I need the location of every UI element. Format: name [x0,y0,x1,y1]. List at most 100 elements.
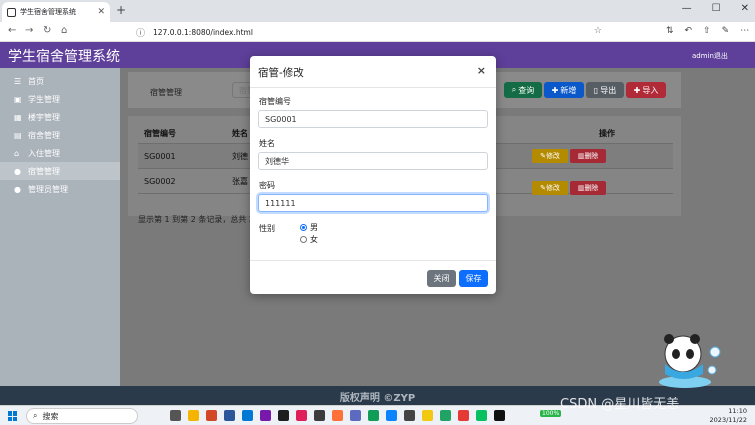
app-icon[interactable] [314,410,325,421]
search-label: 宿管管理 [150,88,182,97]
close-button[interactable]: 关闭 [427,270,456,287]
gender-option-female[interactable]: 女 [300,234,318,245]
student-icon: ▣ [14,94,22,104]
edit-icon[interactable]: ✎ [722,26,730,36]
forward-icon[interactable]: → [25,25,33,36]
admin-user-icon: ● [14,184,21,194]
modal-title: 宿管-修改 [258,67,304,79]
back-icon[interactable]: ← [8,25,16,36]
file-explorer-icon[interactable] [188,410,199,421]
export-button[interactable]: ▯ 导出 [586,82,624,98]
window-controls: — ☐ ✕ [682,3,749,14]
watermark-text: CSDN @星川皆无恙 [560,397,680,412]
manager-id-input[interactable] [258,110,488,128]
edge-icon[interactable] [386,410,397,421]
app-icon[interactable] [404,410,415,421]
site-info-icon[interactable]: ⓘ [136,26,145,39]
wechat-icon[interactable] [476,410,487,421]
radio-female[interactable] [300,236,307,243]
save-button[interactable]: 保存 [459,270,488,287]
modal-header: 宿管-修改 × [250,56,496,88]
sidebar-item-label: 首页 [28,76,44,86]
onenote-icon[interactable] [260,410,271,421]
sidebar-item-label: 宿管管理 [28,166,60,176]
trash-icon: ▥ [577,152,585,160]
outlook-icon[interactable] [242,410,253,421]
minimize-icon[interactable]: — [682,3,692,14]
pagination-info: 显示第 1 到第 2 条记录，总共 2 条 [138,215,265,224]
sidebar: ☰ 首页 ▣ 学生管理 ▦ 楼宇管理 ▤ 宿舍管理 ⌂ 入住管理 ● 宿管管理 … [0,68,120,386]
excel-icon[interactable] [440,410,451,421]
close-window-icon[interactable]: ✕ [741,3,749,14]
gender-option-male[interactable]: 男 [300,222,318,233]
edit-button[interactable]: ✎ 修改 [532,149,568,163]
more-icon[interactable]: ⋯ [740,26,749,36]
system-tray[interactable]: 11:10 2023/11/22 [710,407,747,425]
app-title: 学生宿舍管理系统 [8,49,120,65]
column-header-actions: 操作 [599,129,615,138]
app-icon[interactable] [296,410,307,421]
sidebar-item-label: 宿舍管理 [28,130,60,140]
sidebar-item-label: 楼宇管理 [28,112,60,122]
favorite-star-icon[interactable]: ☆ [594,26,602,36]
sidebar-item-admins[interactable]: ● 管理员管理 [0,180,120,198]
app-icon[interactable] [350,410,361,421]
sidebar-item-buildings[interactable]: ▦ 楼宇管理 [0,108,120,126]
cell-id: SG0002 [144,176,176,186]
sidebar-item-checkin[interactable]: ⌂ 入住管理 [0,144,120,162]
radio-male[interactable] [300,224,307,231]
close-tab-icon[interactable]: ✕ [97,7,105,17]
terminal-icon[interactable] [278,410,289,421]
delete-button[interactable]: ▥ 删除 [570,149,606,163]
chrome-icon[interactable] [368,410,379,421]
taskbar-search[interactable]: ⌕ 搜索 [26,408,138,424]
menu-icon: ☰ [14,76,22,86]
app-icon[interactable] [422,410,433,421]
edit-manager-modal: 宿管-修改 × 宿管编号 姓名 密码 性别 男 女 关闭 保存 [250,56,496,294]
firefox-icon[interactable] [332,410,343,421]
edit-button[interactable]: ✎ 修改 [532,181,568,195]
share-icon[interactable]: ⇧ [703,26,711,36]
tab-title: 学生宿舍管理系统 [20,8,76,16]
sidebar-item-home[interactable]: ☰ 首页 [0,72,120,90]
logout-link[interactable]: admin退出 [692,51,728,61]
file-icon: ▯ [593,85,599,95]
browser-tabstrip: 学生宿舍管理系统 ✕ + — ☐ ✕ [0,0,755,22]
import-button[interactable]: ✚ 导入 [626,82,666,98]
browser-tab[interactable]: 学生宿舍管理系统 ✕ [2,2,110,22]
delete-button[interactable]: ▥ 删除 [570,181,606,195]
add-button[interactable]: ✚ 新增 [544,82,584,98]
clock-time: 11:10 [728,407,747,415]
id-label: 宿管编号 [259,97,291,106]
sync-icon[interactable]: ⇅ [666,26,674,36]
password-label: 密码 [259,181,275,190]
undo-icon[interactable]: ↶ [685,26,693,36]
qq-icon[interactable] [494,410,505,421]
wps-icon[interactable] [458,410,469,421]
sidebar-item-dorm-managers[interactable]: ● 宿管管理 [0,162,120,180]
query-button[interactable]: ⌕ 查询 [504,82,542,98]
panda-mascot-icon [659,334,721,388]
maximize-icon[interactable]: ☐ [712,3,721,14]
sidebar-item-students[interactable]: ▣ 学生管理 [0,90,120,108]
user-icon: ● [14,166,21,176]
address-bar[interactable]: ⓘ 127.0.0.1:8080/index.html ☆ [130,24,606,40]
name-input[interactable] [258,152,488,170]
house-icon: ⌂ [14,148,20,158]
column-header-id[interactable]: 宿管编号 [138,128,232,139]
browser-toolbar: ← → ↻ ⌂ ⓘ 127.0.0.1:8080/index.html ☆ ⇅ … [0,22,755,42]
home-icon[interactable]: ⌂ [61,25,67,36]
word-icon[interactable] [224,410,235,421]
windows-start-icon[interactable] [8,411,18,421]
dorm-icon: ▤ [14,130,22,140]
building-icon: ▦ [14,112,22,122]
password-input[interactable] [258,194,488,212]
modal-footer: 关闭 保存 [250,260,496,294]
sidebar-item-dorms[interactable]: ▤ 宿舍管理 [0,126,120,144]
powerpoint-icon[interactable] [206,410,217,421]
new-tab-icon[interactable]: + [116,3,126,17]
reload-icon[interactable]: ↻ [43,25,51,36]
clock-date: 2023/11/22 [709,416,747,424]
task-view-icon[interactable] [170,410,181,421]
modal-close-icon[interactable]: × [477,64,486,77]
